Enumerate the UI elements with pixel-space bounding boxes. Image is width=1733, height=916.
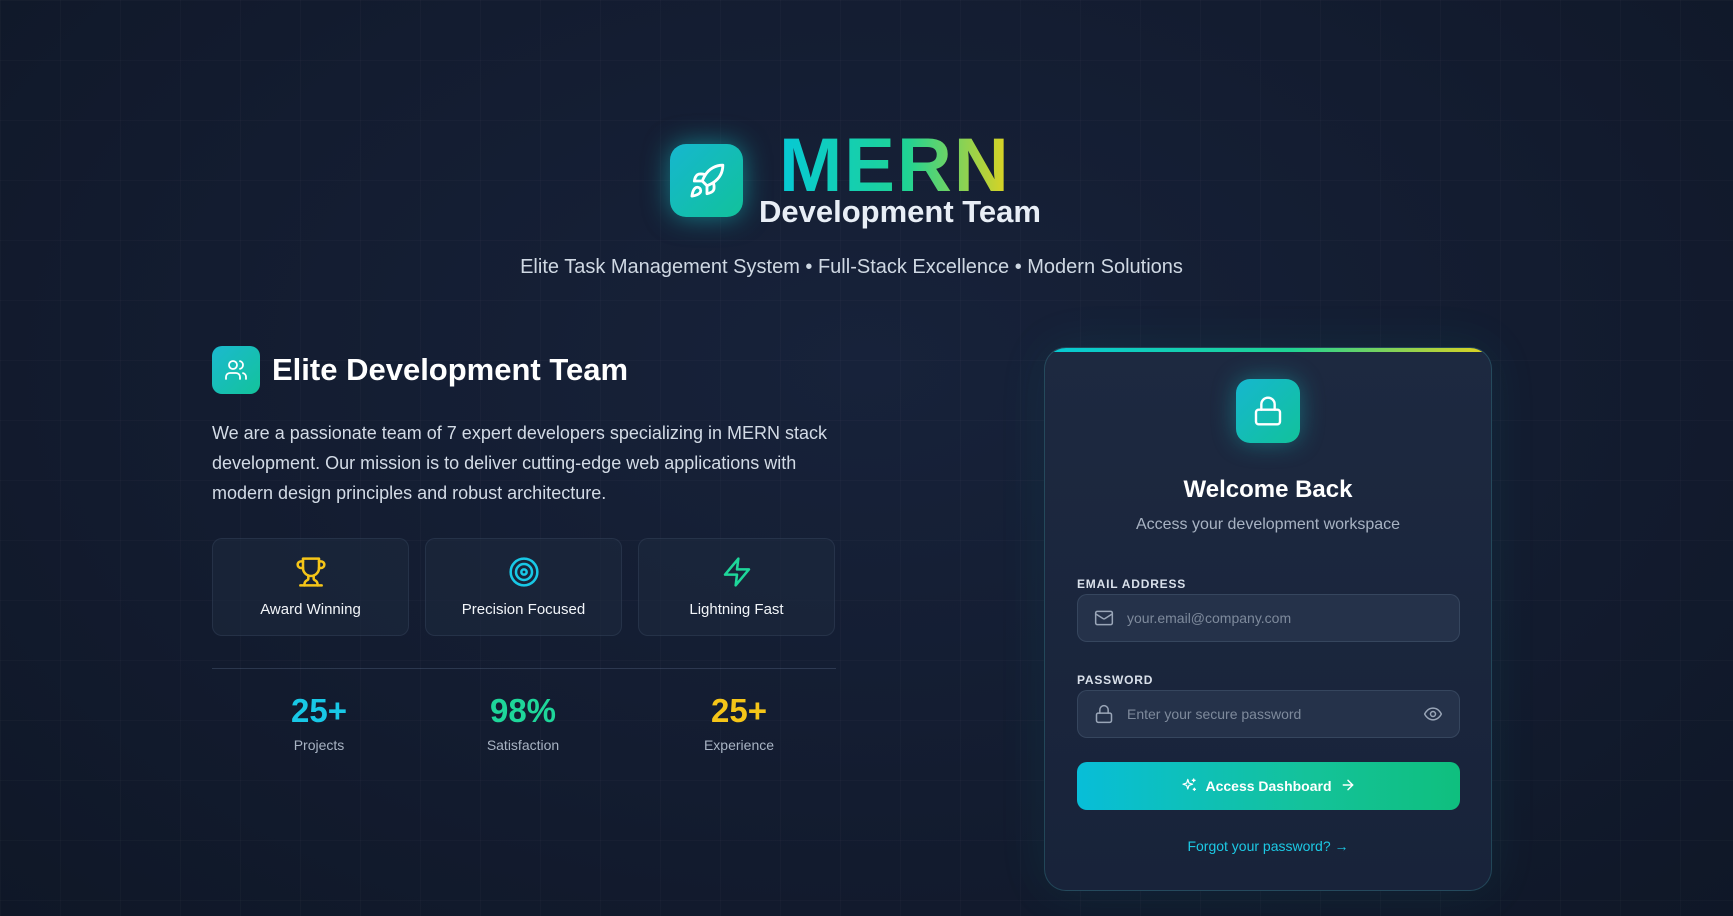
lock-icon bbox=[1236, 379, 1300, 443]
brand-title: MERN bbox=[779, 123, 1011, 208]
stat-satisfaction: 98% Satisfaction bbox=[423, 694, 623, 753]
password-label: PASSWORD bbox=[1077, 673, 1154, 687]
stat-value: 98% bbox=[489, 692, 557, 729]
arrow-right-icon bbox=[1340, 777, 1356, 796]
login-title: Welcome Back bbox=[1183, 476, 1353, 503]
stat-value: 25+ bbox=[291, 692, 347, 729]
feature-label: Precision Focused bbox=[461, 601, 586, 618]
stat-label: Experience bbox=[703, 737, 775, 753]
feature-card-precision: Precision Focused bbox=[425, 538, 622, 636]
lightning-icon bbox=[721, 556, 753, 593]
password-field-wrapper[interactable] bbox=[1077, 690, 1460, 738]
brand-header: MERN Development Team bbox=[670, 128, 1049, 230]
feature-label: Lightning Fast bbox=[689, 601, 784, 618]
feature-card-award: Award Winning bbox=[212, 538, 409, 636]
tagline: Elite Task Management System • Full-Stac… bbox=[520, 256, 1183, 278]
team-title: Elite Development Team bbox=[272, 352, 629, 387]
team-heading: Elite Development Team bbox=[212, 346, 628, 394]
access-dashboard-button[interactable]: Access Dashboard bbox=[1077, 762, 1460, 810]
divider bbox=[212, 668, 836, 669]
stat-label: Projects bbox=[293, 737, 345, 753]
feature-label: Award Winning bbox=[260, 601, 361, 618]
brand-subtitle: Development Team bbox=[759, 194, 1041, 229]
stat-experience: 25+ Experience bbox=[639, 694, 839, 753]
rocket-icon bbox=[670, 144, 743, 217]
users-icon bbox=[212, 346, 260, 394]
stat-value: 25+ bbox=[711, 692, 767, 729]
card-accent-bar bbox=[1045, 348, 1491, 352]
eye-icon[interactable] bbox=[1421, 702, 1445, 726]
lock-icon bbox=[1093, 703, 1115, 725]
email-label: EMAIL ADDRESS bbox=[1077, 577, 1187, 591]
access-dashboard-label: Access Dashboard bbox=[1205, 778, 1332, 794]
target-icon bbox=[508, 556, 540, 593]
stat-label: Satisfaction bbox=[486, 737, 560, 753]
mail-icon bbox=[1093, 607, 1115, 629]
forgot-password-link[interactable]: Forgot your password? → bbox=[1045, 838, 1491, 854]
brand-text: MERN Development Team bbox=[759, 128, 1049, 230]
stat-projects: 25+ Projects bbox=[219, 694, 419, 753]
email-field-wrapper[interactable] bbox=[1077, 594, 1460, 642]
email-input[interactable] bbox=[1127, 610, 1459, 626]
feature-cards: Award Winning Precision Focused Lightnin… bbox=[212, 538, 835, 636]
login-card: Welcome Back Access your development wor… bbox=[1044, 347, 1492, 891]
trophy-icon bbox=[295, 556, 327, 593]
login-subtitle: Access your development workspace bbox=[1135, 516, 1401, 533]
sparkles-icon bbox=[1181, 777, 1197, 796]
team-description: We are a passionate team of 7 expert dev… bbox=[212, 423, 827, 503]
feature-card-lightning: Lightning Fast bbox=[638, 538, 835, 636]
password-input[interactable] bbox=[1127, 706, 1421, 722]
